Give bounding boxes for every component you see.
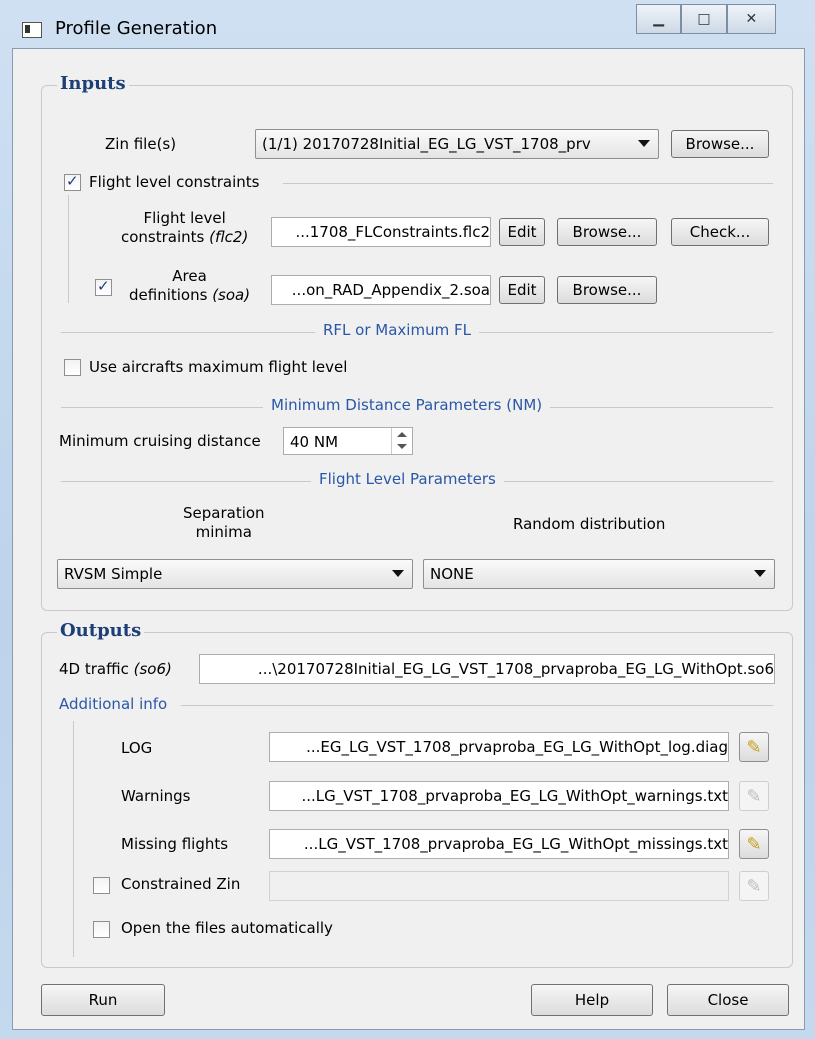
missing-flights-edit-button[interactable]: ✎ bbox=[739, 829, 769, 859]
traffic-label: 4D traffic (so6) bbox=[59, 660, 172, 678]
warnings-edit-button[interactable]: ✎ bbox=[739, 781, 769, 811]
flc-checkbox-label[interactable]: Flight level constraints bbox=[89, 173, 259, 191]
use-max-fl-checkbox[interactable] bbox=[64, 359, 81, 376]
minimize-icon: ▁ bbox=[653, 11, 665, 27]
area-file-label: Area definitions (soa) bbox=[129, 267, 250, 305]
min-dist-section-title: Minimum Distance Parameters (NM) bbox=[263, 396, 551, 414]
random-dist-value: NONE bbox=[430, 565, 474, 583]
edit-pencil-icon: ✎ bbox=[746, 736, 762, 758]
flc-edit-button[interactable]: Edit bbox=[499, 218, 545, 246]
flc-file-field[interactable]: ...1708_FLConstraints.flc2 bbox=[271, 217, 491, 247]
traffic-file-field[interactable]: ...\20170728Initial_EG_LG_VST_1708_prvap… bbox=[199, 654, 775, 684]
rfl-section-title: RFL or Maximum FL bbox=[315, 321, 479, 339]
log-file-value: ...EG_LG_VST_1708_prvaproba_EG_LG_WithOp… bbox=[306, 738, 728, 756]
open-files-label[interactable]: Open the files automatically bbox=[121, 919, 333, 937]
flc-ext: (flc2) bbox=[209, 228, 249, 246]
chevron-down-icon bbox=[638, 140, 650, 147]
outputs-indent-line bbox=[73, 721, 74, 957]
min-cruise-label: Minimum cruising distance bbox=[59, 432, 261, 450]
edit-pencil-icon: ✎ bbox=[746, 833, 762, 855]
area-edit-button[interactable]: Edit bbox=[499, 276, 545, 304]
area-file-field[interactable]: ...on_RAD_Appendix_2.soa bbox=[271, 275, 491, 305]
flc-browse-button[interactable]: Browse... bbox=[557, 218, 657, 246]
constrained-zin-checkbox[interactable] bbox=[93, 877, 110, 894]
area-label-line1: Area bbox=[172, 267, 207, 285]
use-max-fl-label[interactable]: Use aircrafts maximum flight level bbox=[89, 358, 347, 376]
traffic-file-value: ...\20170728Initial_EG_LG_VST_1708_prvap… bbox=[257, 660, 774, 678]
edit-pencil-icon: ✎ bbox=[746, 875, 762, 897]
caption-buttons: ▁ □ ✕ bbox=[636, 4, 777, 34]
warnings-label: Warnings bbox=[121, 787, 191, 805]
edit-pencil-icon: ✎ bbox=[746, 785, 762, 807]
flc-section-line bbox=[283, 183, 773, 184]
zin-files-label: Zin file(s) bbox=[105, 135, 177, 153]
sep-minima-combo[interactable]: RVSM Simple bbox=[57, 559, 413, 589]
spin-down-icon[interactable] bbox=[397, 444, 407, 449]
flc-indent-line bbox=[68, 195, 69, 303]
flc-file-value: ...1708_FLConstraints.flc2 bbox=[295, 223, 490, 241]
area-browse-button[interactable]: Browse... bbox=[557, 276, 657, 304]
profile-generation-window: Profile Generation ▁ □ ✕ Inputs Zin file… bbox=[0, 0, 815, 1039]
spin-up-icon[interactable] bbox=[397, 432, 407, 437]
traffic-ext: (so6) bbox=[133, 660, 172, 678]
maximize-button[interactable]: □ bbox=[681, 4, 727, 34]
min-cruise-value: 40 NM bbox=[290, 433, 339, 451]
dialog-client-area: Inputs Zin file(s) (1/1) 20170728Initial… bbox=[12, 48, 805, 1030]
area-label-line2: definitions bbox=[129, 286, 208, 304]
close-icon: ✕ bbox=[745, 11, 758, 27]
warnings-file-field[interactable]: ...LG_VST_1708_prvaproba_EG_LG_WithOpt_w… bbox=[269, 781, 729, 811]
sep-minima-line2: minima bbox=[195, 523, 252, 541]
zin-browse-button[interactable]: Browse... bbox=[671, 130, 769, 158]
traffic-label-text: 4D traffic bbox=[59, 660, 129, 678]
close-window-button[interactable]: ✕ bbox=[726, 4, 777, 34]
window-title: Profile Generation bbox=[55, 18, 218, 39]
additional-info-title: Additional info bbox=[59, 695, 168, 713]
constrained-zin-label[interactable]: Constrained Zin bbox=[121, 875, 240, 893]
area-file-value: ...on_RAD_Appendix_2.soa bbox=[291, 281, 490, 299]
flc-checkbox[interactable] bbox=[64, 172, 81, 191]
random-dist-combo[interactable]: NONE bbox=[423, 559, 775, 589]
warnings-file-value: ...LG_VST_1708_prvaproba_EG_LG_WithOpt_w… bbox=[301, 787, 728, 805]
log-file-field[interactable]: ...EG_LG_VST_1708_prvaproba_EG_LG_WithOp… bbox=[269, 732, 729, 762]
app-icon bbox=[22, 22, 42, 38]
sep-minima-line1: Separation bbox=[183, 504, 265, 522]
sep-minima-value: RVSM Simple bbox=[64, 565, 163, 583]
additional-info-line bbox=[181, 705, 773, 706]
area-ext: (soa) bbox=[212, 286, 251, 304]
minimize-button[interactable]: ▁ bbox=[636, 4, 682, 34]
run-button[interactable]: Run bbox=[41, 984, 165, 1016]
zin-files-combo[interactable]: (1/1) 20170728Initial_EG_LG_VST_1708_prv bbox=[255, 129, 659, 159]
flc-label-line1: Flight level bbox=[143, 209, 226, 227]
flc-check-button[interactable]: Check... bbox=[671, 218, 769, 246]
fl-params-section-title: Flight Level Parameters bbox=[311, 470, 504, 488]
missing-flights-file-field[interactable]: ...LG_VST_1708_prvaproba_EG_LG_WithOpt_m… bbox=[269, 829, 729, 859]
min-cruise-spinbox[interactable]: 40 NM bbox=[283, 427, 413, 455]
log-edit-button[interactable]: ✎ bbox=[739, 732, 769, 762]
area-checkbox[interactable] bbox=[95, 277, 112, 296]
sep-minima-label: Separation minima bbox=[183, 504, 265, 542]
spin-arrows[interactable] bbox=[391, 428, 412, 454]
missing-flights-file-value: ...LG_VST_1708_prvaproba_EG_LG_WithOpt_m… bbox=[303, 835, 728, 853]
zin-files-value: (1/1) 20170728Initial_EG_LG_VST_1708_prv bbox=[262, 135, 591, 153]
constrained-zin-edit-button: ✎ bbox=[739, 871, 769, 901]
constrained-zin-field bbox=[269, 871, 729, 901]
close-button[interactable]: Close bbox=[667, 984, 789, 1016]
log-label: LOG bbox=[121, 739, 153, 757]
maximize-icon: □ bbox=[697, 11, 711, 27]
chevron-down-icon bbox=[392, 570, 404, 577]
help-button[interactable]: Help bbox=[531, 984, 653, 1016]
open-files-checkbox[interactable] bbox=[93, 921, 110, 938]
missing-flights-label: Missing flights bbox=[121, 835, 229, 853]
chevron-down-icon bbox=[754, 570, 766, 577]
outputs-group-title: Outputs bbox=[57, 620, 145, 641]
inputs-group-title: Inputs bbox=[57, 73, 129, 94]
flc-file-label: Flight level constraints (flc2) bbox=[121, 209, 248, 247]
random-dist-label: Random distribution bbox=[513, 515, 666, 533]
flc-label-line2: constraints bbox=[121, 228, 205, 246]
inputs-group bbox=[41, 85, 793, 611]
